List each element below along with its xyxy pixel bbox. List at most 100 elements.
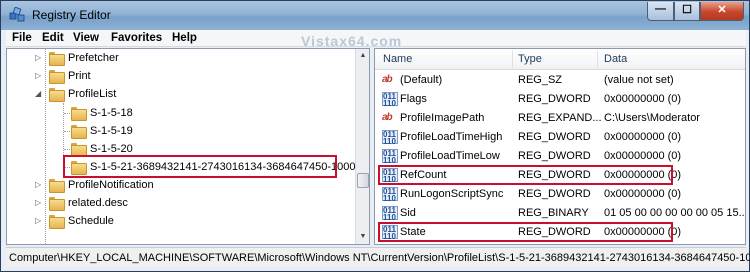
tree-item-s-1-5-19[interactable]: S-1-5-19: [7, 123, 352, 141]
list-header: Name Type Data: [375, 49, 745, 70]
binary-value-icon: 011 110: [382, 206, 398, 222]
value-name: (Default): [400, 74, 443, 86]
value-data: C:\Users\Moderator: [604, 112, 700, 124]
value-row-runlogonscriptsync[interactable]: 011 110 RunLogonScriptSync REG_DWORD 0x00…: [375, 185, 745, 204]
value-type: REG_EXPAND...: [518, 112, 602, 124]
minimize-button[interactable]: —: [647, 2, 674, 21]
key-tree-pane[interactable]: ▷ Prefetcher ▷ Print ◢ ProfileList S-1-5…: [6, 48, 370, 245]
value-row-profileimagepath[interactable]: ab ProfileImagePath REG_EXPAND... C:\Use…: [375, 109, 745, 128]
scroll-up-icon[interactable]: ▲: [356, 49, 369, 63]
value-data: (value not set): [604, 74, 674, 86]
folder-icon: [49, 88, 65, 102]
value-name: Sid: [400, 207, 416, 219]
tree-item-label: Prefetcher: [68, 52, 119, 64]
folder-icon: [49, 70, 65, 84]
status-bar: Computer\HKEY_LOCAL_MACHINE\SOFTWARE\Mic…: [6, 247, 750, 267]
registry-editor-icon: [9, 7, 25, 22]
expand-arrow-icon[interactable]: ▷: [35, 71, 45, 80]
close-button[interactable]: ✕: [700, 2, 744, 21]
string-value-icon: ab: [382, 112, 393, 123]
tree-item-s-1-5-18[interactable]: S-1-5-18: [7, 105, 352, 123]
tree-item-profilelist[interactable]: ◢ ProfileList: [7, 86, 352, 104]
value-list-pane[interactable]: Name Type Data ab (Default) REG_SZ (valu…: [374, 48, 746, 245]
folder-icon: [71, 125, 87, 139]
value-type: REG_DWORD: [518, 93, 591, 105]
maximize-button[interactable]: ☐: [674, 2, 700, 21]
value-data: 0x00000000 (0): [604, 150, 682, 162]
scroll-thumb[interactable]: [357, 173, 369, 188]
title-bar[interactable]: Registry Editor — ☐ ✕: [1, 1, 749, 30]
tree-item-label: S-1-5-19: [90, 125, 133, 137]
tree-item-label: ProfileNotification: [68, 179, 154, 191]
column-divider[interactable]: [597, 51, 598, 68]
status-path: Computer\HKEY_LOCAL_MACHINE\SOFTWARE\Mic…: [9, 252, 750, 264]
tree-item-label: S-1-5-20: [90, 143, 133, 155]
folder-icon: [49, 52, 65, 66]
value-data: 0x00000000 (0): [604, 93, 682, 105]
value-data: 0x00000000 (0): [604, 131, 682, 143]
collapse-arrow-icon[interactable]: ◢: [35, 89, 45, 98]
binary-value-icon: 011 110: [382, 149, 398, 165]
value-data: 0x00000000 (0): [604, 188, 682, 200]
value-name: Flags: [400, 93, 427, 105]
value-row-default[interactable]: ab (Default) REG_SZ (value not set): [375, 71, 745, 90]
expand-arrow-icon[interactable]: ▷: [35, 53, 45, 62]
registry-editor-window: Registry Editor — ☐ ✕ File Edit View Fav…: [0, 0, 750, 272]
value-type: REG_DWORD: [518, 188, 591, 200]
window-title: Registry Editor: [32, 8, 111, 22]
value-name: ProfileLoadTimeLow: [400, 150, 500, 162]
selected-key-highlight: [63, 155, 337, 178]
value-type: REG_DWORD: [518, 131, 591, 143]
value-name: RunLogonScriptSync: [400, 188, 504, 200]
value-row-profileloadtimelow[interactable]: 011 110 ProfileLoadTimeLow REG_DWORD 0x00…: [375, 147, 745, 166]
column-header-data[interactable]: Data: [604, 53, 627, 65]
refcount-row-highlight: [378, 165, 673, 185]
string-value-icon: ab: [382, 74, 393, 85]
value-row-flags[interactable]: 011 110 Flags REG_DWORD 0x00000000 (0): [375, 90, 745, 109]
column-divider[interactable]: [512, 51, 513, 68]
binary-value-icon: 011 110: [382, 187, 398, 203]
tree-item-label: S-1-5-18: [90, 107, 133, 119]
value-name: ProfileLoadTimeHigh: [400, 131, 503, 143]
tree-item-related-desc[interactable]: ▷ related.desc: [7, 195, 352, 213]
minimize-icon: —: [655, 3, 666, 15]
expand-arrow-icon[interactable]: ▷: [35, 216, 45, 225]
menu-edit[interactable]: Edit: [42, 32, 64, 44]
menu-help[interactable]: Help: [172, 32, 197, 44]
folder-icon: [49, 215, 65, 229]
tree-vertical-scrollbar[interactable]: ▲ ▼: [355, 49, 369, 244]
menu-file[interactable]: File: [12, 32, 32, 44]
value-data: 01 05 00 00 00 00 00 05 15...: [604, 207, 746, 219]
tree-item-label: related.desc: [68, 197, 128, 209]
watermark: Vistax64.com: [301, 33, 403, 49]
binary-value-icon: 011 110: [382, 130, 398, 146]
column-header-type[interactable]: Type: [518, 53, 542, 65]
tree-item-prefetcher[interactable]: ▷ Prefetcher: [7, 50, 352, 68]
value-type: REG_SZ: [518, 74, 563, 86]
tree-item-profilenotification[interactable]: ▷ ProfileNotification: [7, 177, 352, 195]
value-row-profileloadtimehigh[interactable]: 011 110 ProfileLoadTimeHigh REG_DWORD 0x0…: [375, 128, 745, 147]
tree-item-label: Print: [68, 70, 91, 82]
menu-favorites[interactable]: Favorites: [111, 32, 162, 44]
expand-arrow-icon[interactable]: ▷: [35, 180, 45, 189]
state-row-highlight: [378, 222, 673, 242]
tree-item-label: ProfileList: [68, 88, 117, 100]
value-type: REG_BINARY: [518, 207, 589, 219]
folder-icon: [71, 107, 87, 121]
tree-item-print[interactable]: ▷ Print: [7, 68, 352, 86]
maximize-icon: ☐: [682, 4, 692, 16]
folder-icon: [49, 197, 65, 211]
value-type: REG_DWORD: [518, 150, 591, 162]
menu-view[interactable]: View: [73, 32, 99, 44]
folder-icon: [49, 179, 65, 193]
expand-arrow-icon[interactable]: ▷: [35, 198, 45, 207]
value-row-sid[interactable]: 011 110 Sid REG_BINARY 01 05 00 00 00 00 …: [375, 204, 745, 223]
tree-item-schedule[interactable]: ▷ Schedule: [7, 213, 352, 231]
binary-value-icon: 011 110: [382, 92, 398, 108]
column-header-name[interactable]: Name: [383, 53, 412, 65]
scroll-down-icon[interactable]: ▼: [356, 230, 369, 244]
value-name: ProfileImagePath: [400, 112, 485, 124]
folder-icon: [71, 143, 87, 157]
tree-item-label: Schedule: [68, 215, 114, 227]
close-icon: ✕: [717, 4, 727, 16]
